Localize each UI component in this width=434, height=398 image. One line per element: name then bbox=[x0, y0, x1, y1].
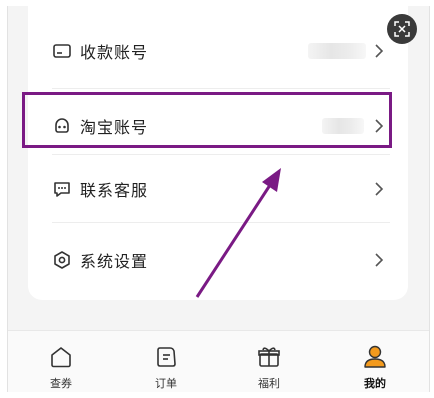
gift-icon bbox=[258, 347, 280, 367]
tab-label: 查券 bbox=[50, 377, 72, 390]
redacted-value bbox=[308, 43, 366, 59]
chat-bubble-icon bbox=[54, 182, 70, 197]
menu-item-label: 收款账号 bbox=[80, 43, 149, 62]
tab-orders[interactable]: 订单 bbox=[126, 331, 206, 392]
menu-item-label: 系统设置 bbox=[80, 252, 149, 271]
divider bbox=[52, 154, 390, 155]
bottom-tab-bar: 查券 订单 福利 我的 bbox=[8, 330, 429, 392]
app-screen: 收款账号 淘宝账号 联系客服 系统设置 查券 订单 福利 我的 bbox=[7, 6, 430, 392]
menu-item-payment-account[interactable]: 收款账号 bbox=[28, 23, 408, 79]
tab-label: 我的 bbox=[364, 377, 386, 390]
divider bbox=[52, 88, 390, 89]
settings-icon bbox=[54, 251, 70, 269]
menu-item-customer-service[interactable]: 联系客服 bbox=[28, 161, 408, 217]
tab-mine[interactable]: 我的 bbox=[335, 331, 415, 392]
chevron-right-icon bbox=[375, 44, 384, 58]
frame-edge bbox=[0, 392, 434, 398]
chevron-right-icon bbox=[375, 182, 384, 196]
home-icon bbox=[51, 347, 71, 368]
divider bbox=[52, 222, 390, 223]
annotation-highlight-box bbox=[22, 92, 392, 148]
user-icon bbox=[364, 345, 386, 368]
tab-label: 福利 bbox=[258, 377, 280, 390]
tab-coupons[interactable]: 查券 bbox=[21, 331, 101, 392]
scan-icon bbox=[394, 21, 410, 37]
menu-item-system-settings[interactable]: 系统设置 bbox=[28, 232, 408, 288]
tab-benefits[interactable]: 福利 bbox=[229, 331, 309, 392]
chevron-right-icon bbox=[375, 253, 384, 267]
card-icon bbox=[53, 44, 71, 58]
menu-item-label: 联系客服 bbox=[80, 181, 149, 200]
scan-button[interactable] bbox=[387, 14, 417, 44]
tab-label: 订单 bbox=[155, 377, 177, 390]
order-icon bbox=[157, 347, 176, 367]
